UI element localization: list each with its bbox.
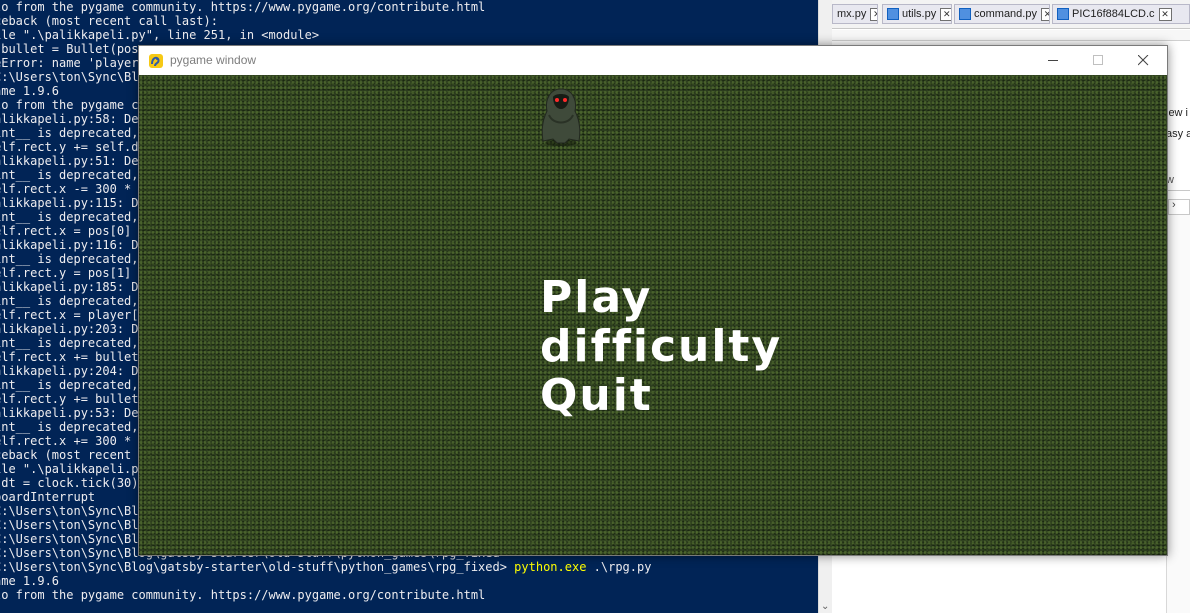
editor-tab-label: PIC16f884LCD.c [1072, 8, 1155, 20]
main-menu: Play difficulty Quit [540, 273, 782, 420]
editor-tab-label: utils.py [902, 8, 937, 20]
terminal-line: ile ".\palikkapeli.py", line 251, in <mo… [0, 28, 320, 42]
editor-tab-bar: mx.py ✕ utils.py ✕ command.py ✕ PIC16f88… [832, 0, 1190, 29]
editor-tab-mx[interactable]: mx.py ✕ [832, 4, 878, 24]
editor-text-fragment: asy a [1166, 128, 1190, 140]
editor-scrollbar[interactable] [1166, 215, 1190, 613]
menu-item-quit[interactable]: Quit [540, 371, 782, 420]
editor-tab-command[interactable]: command.py ✕ [954, 4, 1050, 24]
pygame-snake-icon [149, 54, 163, 68]
maximize-button[interactable] [1076, 46, 1121, 75]
window-titlebar[interactable]: pygame window [139, 46, 1167, 75]
editor-toolbar [832, 30, 1190, 41]
prompt-args: .\rpg.py [586, 560, 652, 574]
close-icon [1138, 55, 1149, 66]
terminal-line: ame 1.9.6 [0, 574, 60, 588]
editor-tab-label: command.py [974, 8, 1037, 20]
editor-divider [1166, 190, 1190, 191]
pygame-window[interactable]: pygame window Play difficulty Quit [138, 45, 1168, 556]
hooded-figure-sprite [541, 88, 581, 146]
menu-item-difficulty[interactable]: difficulty [540, 322, 782, 371]
editor-text-fragment: lew i [1166, 107, 1189, 119]
window-title: pygame window [170, 53, 257, 67]
terminal-line: lo from the pygame community. https://ww… [0, 0, 486, 14]
chevron-right-icon[interactable]: › [1172, 199, 1176, 211]
editor-tab-utils[interactable]: utils.py ✕ [882, 4, 952, 24]
terminal-line: lo from the pygame community. https://ww… [0, 588, 486, 602]
close-icon[interactable]: ✕ [1040, 7, 1049, 21]
minimize-icon [1048, 60, 1058, 61]
close-icon[interactable]: ✕ [940, 7, 951, 21]
game-surface[interactable]: Play difficulty Quit [139, 75, 1167, 555]
menu-item-play[interactable]: Play [540, 273, 782, 322]
close-icon[interactable]: ✕ [1158, 7, 1172, 21]
terminal-prompt-line: C:\Users\ton\Sync\Blog\gatsby-starter\ol… [0, 560, 651, 574]
editor-tab-label: mx.py [837, 8, 867, 20]
close-icon[interactable]: ✕ [870, 7, 877, 21]
close-button[interactable] [1121, 46, 1166, 75]
python-file-icon [959, 8, 971, 20]
maximize-icon [1093, 55, 1103, 65]
minimize-button[interactable] [1031, 46, 1076, 75]
terminal-line: ceback (most recent call last): [0, 14, 218, 28]
prompt-path: C:\Users\ton\Sync\Blog\gatsby-starter\ol… [0, 560, 515, 574]
editor-tab-pic16f884lcd[interactable]: PIC16f884LCD.c ✕ [1052, 4, 1190, 24]
python-file-icon [887, 8, 899, 20]
prompt-command: python.exe [514, 560, 587, 574]
c-file-icon [1057, 8, 1069, 20]
scroll-down-arrow-icon[interactable]: ⌄ [821, 601, 829, 612]
